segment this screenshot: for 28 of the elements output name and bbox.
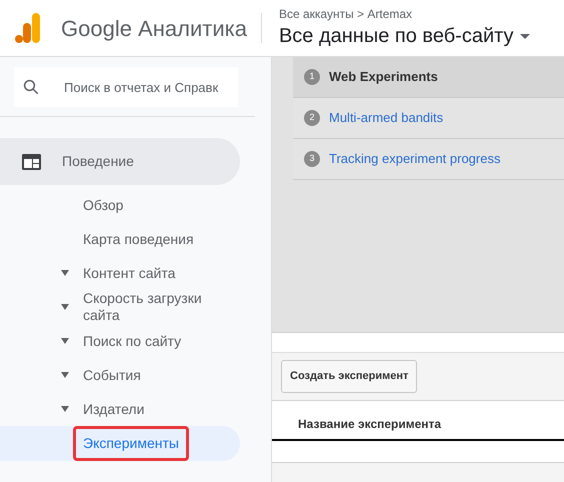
breadcrumb[interactable]: Все аккаунты > Artemax bbox=[278, 7, 530, 21]
sidebar-item[interactable]: События bbox=[83, 366, 141, 384]
logo-icon bbox=[15, 13, 41, 43]
expand-triangle-icon bbox=[61, 338, 69, 344]
column-header: Название эксперимента bbox=[298, 416, 442, 433]
step-number: 2 bbox=[304, 110, 320, 126]
section-item[interactable]: Поведение bbox=[0, 138, 240, 185]
search-field[interactable]: Поиск в отчетах и Справк bbox=[14, 67, 238, 107]
expand-triangle-icon bbox=[61, 372, 69, 378]
sidebar-item[interactable]: Обзор bbox=[83, 196, 124, 214]
sidebar-item[interactable]: Эксперименты bbox=[73, 426, 189, 461]
step-number: 3 bbox=[304, 151, 320, 167]
product-name: Google Аналитика bbox=[61, 14, 247, 43]
search-icon bbox=[22, 78, 40, 96]
sidebar-item[interactable]: Поиск по сайту bbox=[83, 332, 182, 350]
expand-triangle-icon bbox=[61, 406, 69, 412]
view-selector[interactable]: Все данные по веб-сайту bbox=[278, 23, 530, 49]
sidebar-item[interactable]: Карта поведения bbox=[83, 230, 194, 248]
step-number: 1 bbox=[304, 69, 320, 85]
expand-triangle-icon bbox=[61, 270, 69, 276]
sidebar-item[interactable]: Контент сайта bbox=[83, 264, 176, 282]
caret-icon bbox=[520, 34, 530, 38]
step-tab[interactable]: 1 Web Experiments bbox=[293, 57, 564, 98]
sidebar-item[interactable]: Скорость загрузки сайта bbox=[83, 290, 233, 324]
sidebar-item[interactable]: Издатели bbox=[83, 400, 144, 418]
create-experiment-button[interactable]: Создать эксперимент bbox=[281, 360, 418, 393]
expand-triangle-icon bbox=[61, 304, 69, 310]
browser-window-icon bbox=[22, 154, 41, 170]
